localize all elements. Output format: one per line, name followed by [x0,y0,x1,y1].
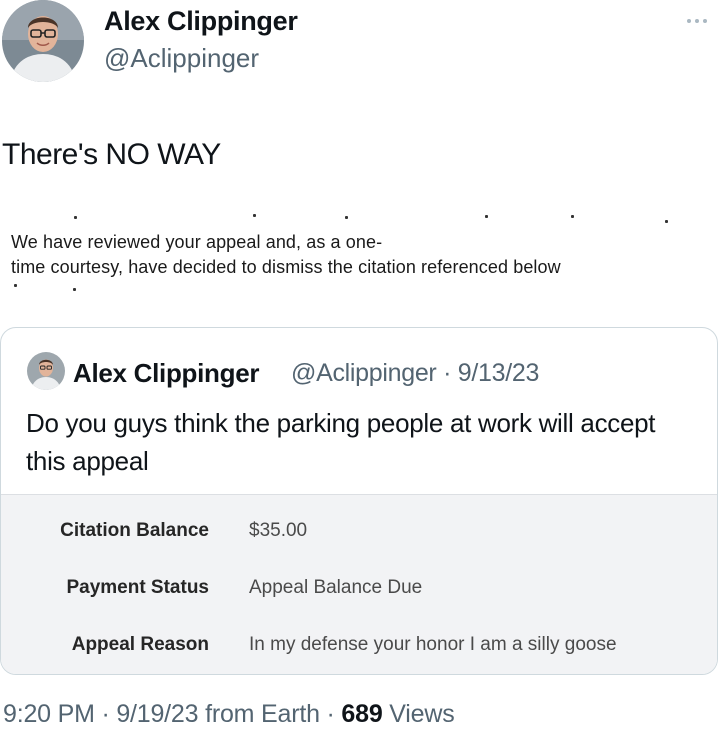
scan-speck [74,216,77,219]
author-avatar[interactable] [2,0,84,82]
scan-speck [14,284,17,287]
citation-balance-label: Citation Balance [60,520,209,541]
citation-screenshot[interactable]: Citation Balance $35.00 Payment Status A… [1,494,717,674]
scan-speck [485,215,488,218]
author-handle[interactable]: @Aclippinger [104,43,259,74]
quoted-tweet-text: Do you guys think the parking people at … [26,408,656,476]
author-name[interactable]: Alex Clippinger [104,6,298,37]
scan-speck [73,288,76,291]
citation-balance-value: $35.00 [249,520,308,541]
appeal-reason-label: Appeal Reason [71,634,209,655]
letter-image[interactable]: We have reviewed your appeal and, as a o… [0,208,720,294]
payment-status-value: Appeal Balance Due [249,577,423,598]
views-label: Views [382,700,455,728]
scan-speck [345,216,348,219]
scan-speck [665,220,668,223]
letter-line: We have reviewed your appeal and, as a o… [11,232,383,252]
views-count: 689 [341,700,383,728]
appeal-reason-value: In my defense your honor I am a silly go… [249,634,617,655]
more-horizontal-icon[interactable] [685,13,709,23]
payment-status-label: Payment Status [66,577,209,598]
tweet-meta: 9:20 PM · 9/19/23 from Earth · 689 Views [3,700,455,729]
quoted-author-name[interactable]: Alex Clippinger [73,358,260,389]
scan-speck [571,215,574,218]
tweet-text: There's NO WAY [2,138,221,171]
scan-speck [253,214,256,217]
quoted-tweet-card[interactable]: Alex Clippinger @Aclippinger · 9/13/23 D… [0,327,718,675]
quoted-author-handle-date[interactable]: @Aclippinger · 9/13/23 [291,359,539,388]
letter-line: time courtesy, have decided to dismiss t… [11,257,561,277]
tweet-timestamp[interactable]: 9:20 PM · 9/19/23 from Earth · [3,700,341,728]
quoted-author-avatar[interactable] [27,352,65,390]
